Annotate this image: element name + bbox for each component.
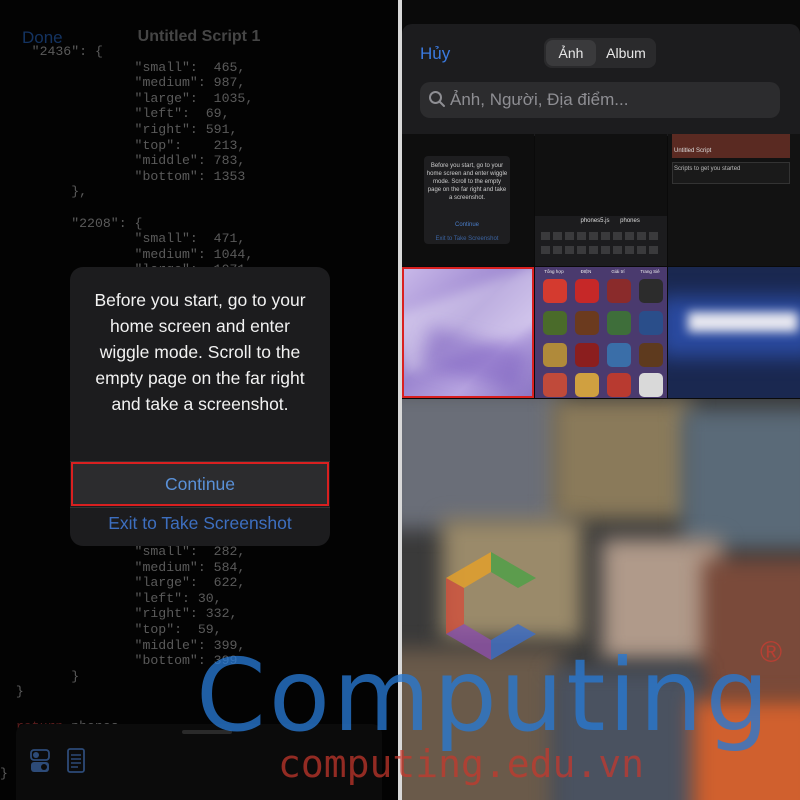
app-icon [543, 343, 567, 367]
app-icon [607, 311, 631, 335]
blurred-photo-area[interactable] [402, 399, 800, 800]
photo-thumbnail[interactable]: Untitled Script Scripts to get you start… [668, 134, 800, 266]
blur-patch [402, 399, 562, 529]
app-icon [639, 279, 663, 303]
photo-thumbnail[interactable]: phones5.js phones [535, 134, 667, 266]
tab-photos[interactable]: Ảnh [546, 40, 596, 66]
alert-dialog: Before you start, go to your home screen… [70, 267, 330, 546]
photo-thumbnail[interactable]: Tổng hợp ĐIỆN Giải trí Trang Siê [535, 267, 667, 398]
app-icon [575, 279, 599, 303]
thumb-script-title: Untitled Script [674, 148, 712, 154]
blur-patch [552, 669, 702, 800]
app-icon [607, 279, 631, 303]
blur-patch [552, 399, 692, 519]
folder-label: ĐIỆN [580, 269, 592, 274]
search-bar [420, 82, 780, 118]
scriptable-editor-screen: Done Untitled Script 1 "2436": { "small"… [0, 0, 398, 800]
app-icon [607, 343, 631, 367]
app-icon [639, 343, 663, 367]
folder-label: Tổng hợp [544, 269, 564, 274]
document-icon[interactable] [66, 748, 86, 774]
picker-header: Hủy Ảnh Album [402, 24, 800, 136]
thumb-keyrow [541, 232, 661, 240]
folder-label: Trang Siê [640, 269, 660, 274]
thumb-keyrow [541, 246, 661, 254]
thumb-script-text: Scripts to get you started [674, 166, 741, 172]
app-icon [639, 373, 663, 397]
thumb-exit-text: Exit to Take Screenshot [435, 236, 499, 242]
app-icon [575, 373, 599, 397]
continue-button[interactable]: Continue [71, 462, 329, 506]
exit-to-take-screenshot-button[interactable]: Exit to Take Screenshot [70, 513, 330, 539]
photo-thumbnail[interactable]: Before you start, go to your home screen… [402, 134, 534, 266]
blur-patch [402, 649, 562, 800]
photo-grid: Before you start, go to your home screen… [402, 134, 800, 800]
app-icon [639, 311, 663, 335]
folder-label: Giải trí [611, 269, 625, 274]
alert-message: Before you start, go to your home screen… [94, 290, 306, 414]
app-icon [575, 311, 599, 335]
thumb-alert-text: Before you start, go to your home screen… [426, 163, 508, 201]
blur-patch [692, 699, 800, 800]
search-icon [428, 90, 446, 113]
blur-patch [702, 559, 800, 699]
photo-thumbnail-selected[interactable] [402, 267, 534, 398]
blur-patch [442, 519, 582, 639]
app-icon [543, 373, 567, 397]
screenshot-composite: Done Untitled Script 1 "2436": { "small"… [0, 0, 800, 800]
sheet-grabber[interactable] [182, 730, 232, 734]
search-input[interactable] [450, 82, 770, 118]
app-icon [543, 311, 567, 335]
app-icon [607, 373, 631, 397]
blur-patch [682, 409, 800, 549]
editor-bottom-bar [16, 724, 382, 800]
segmented-control: Ảnh Album [544, 38, 656, 68]
app-icon [543, 279, 567, 303]
photo-picker-screen: Hủy Ảnh Album Before you start, go to y [402, 0, 800, 800]
cancel-button[interactable]: Hủy [420, 44, 450, 64]
thumb-filename-2: phones [620, 218, 640, 224]
settings-toggle-icon[interactable] [30, 748, 50, 774]
thumb-script-card [672, 134, 790, 158]
thumb-filename: phones5.js [580, 218, 610, 224]
photo-thumbnail[interactable] [668, 267, 800, 398]
thumb-continue-text: Continue [454, 222, 480, 228]
blurred-sign-text [688, 312, 798, 332]
alert-divider [70, 507, 330, 508]
tab-albums[interactable]: Album [598, 40, 654, 66]
app-icon [575, 343, 599, 367]
